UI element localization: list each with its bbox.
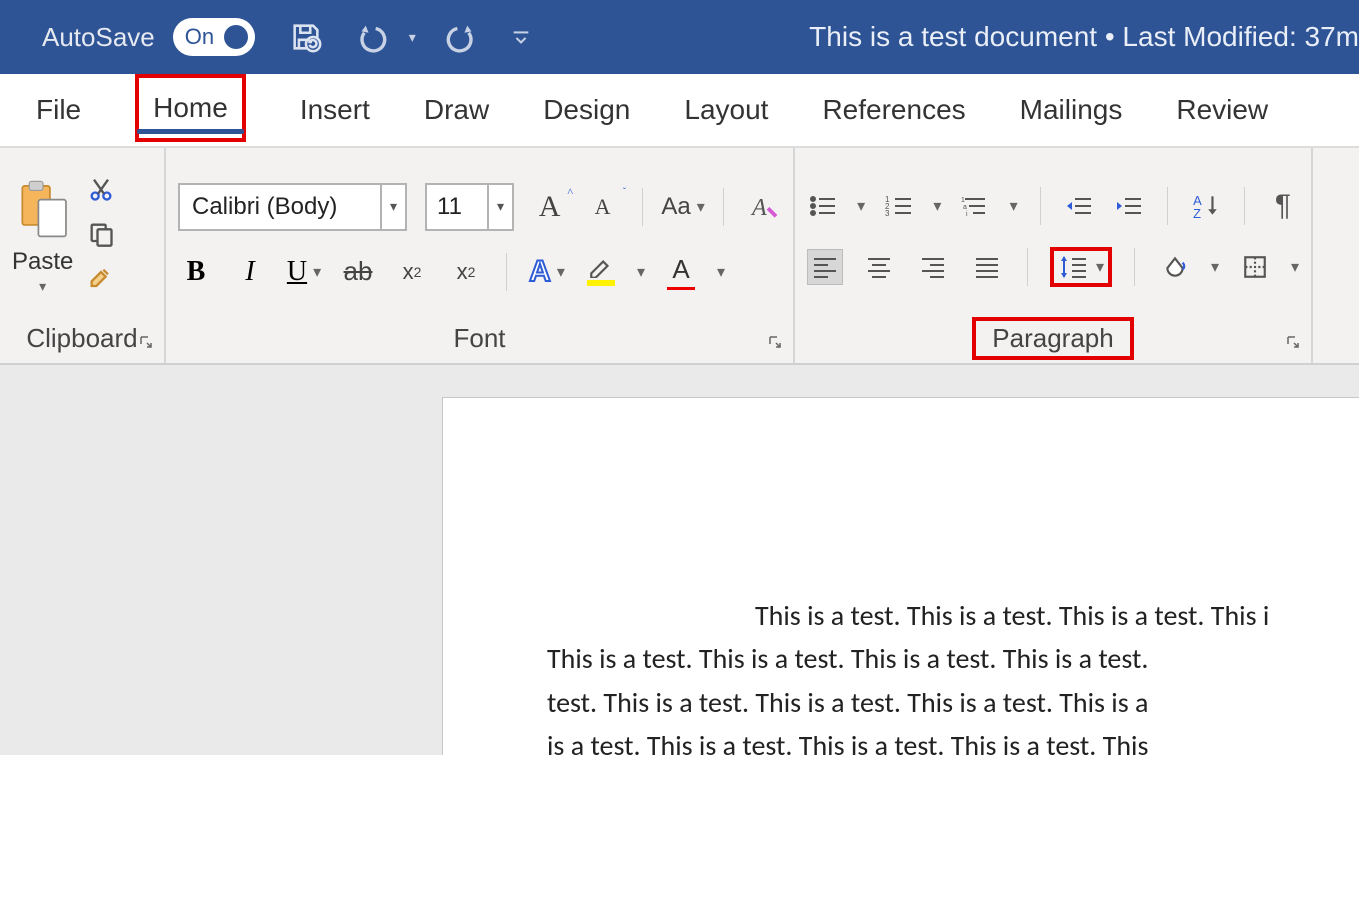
strikethrough-button[interactable]: ab [340,254,376,290]
svg-text:3: 3 [885,209,890,218]
superscript-button[interactable]: x2 [448,254,484,290]
chevron-down-icon[interactable]: ▾ [1010,196,1018,216]
change-case-label: Aa [661,193,690,221]
line-spacing-button[interactable]: ▾ [1050,247,1112,287]
tab-draw[interactable]: Draw [424,74,489,146]
clipboard-group-label: Clipboard [12,317,152,359]
document-page[interactable]: This is a test. This is a test. This is … [442,397,1359,755]
ribbon-tabs: File Home Insert Draw Design Layout Refe… [0,74,1359,148]
multilevel-list-button[interactable]: 1ai [959,188,991,224]
ribbon: Paste ▾ [0,148,1359,365]
copy-icon[interactable] [87,220,115,253]
chevron-down-icon: ▾ [1096,257,1104,277]
toggle-knob [224,25,248,49]
chevron-down-icon[interactable]: ▾ [717,262,725,282]
clear-formatting-icon[interactable]: A [746,189,781,225]
tab-design[interactable]: Design [543,74,630,146]
tab-layout[interactable]: Layout [684,74,768,146]
svg-text:i: i [966,211,968,218]
chevron-down-icon[interactable]: ▾ [637,262,645,282]
align-left-button[interactable] [807,249,843,285]
show-paragraph-marks-icon[interactable]: ¶ [1267,188,1299,224]
paste-label: Paste [12,248,73,276]
font-group: Calibri (Body) ▾ 11 ▾ A^ Aˇ Aa▾ A [166,148,795,363]
clipboard-group: Paste ▾ [0,148,166,363]
bold-button[interactable]: B [178,254,214,290]
subscript-button[interactable]: x2 [394,254,430,290]
font-size-value: 11 [427,193,487,221]
paragraph-group: ▾ 123 ▾ 1ai ▾ AZ [795,148,1313,363]
next-group-partial [1313,148,1359,363]
font-name-value: Calibri (Body) [180,193,380,221]
font-group-label: Font [178,317,781,359]
tab-mailings[interactable]: Mailings [1020,74,1123,146]
paragraph-dialog-launcher-icon[interactable] [1285,334,1301,355]
italic-button[interactable]: I [232,254,268,290]
chevron-down-icon: ▾ [380,185,405,229]
chevron-down-icon[interactable]: ▾ [1211,257,1219,277]
text-effects-button[interactable]: A▾ [529,254,565,290]
tab-file[interactable]: File [36,74,81,146]
blank-area [0,755,1359,905]
doc-line-1: This is a test. This is a test. This is … [755,598,1269,633]
shading-button[interactable] [1157,249,1193,285]
redo-icon[interactable] [446,20,480,54]
borders-button[interactable] [1237,249,1273,285]
change-case-button[interactable]: Aa▾ [665,189,701,225]
font-dialog-launcher-icon[interactable] [767,334,783,355]
clipboard-dialog-launcher-icon[interactable] [138,334,154,355]
save-icon[interactable] [289,20,323,54]
tab-review[interactable]: Review [1176,74,1268,146]
doc-line-4: is a test. This is a test. This is a tes… [547,724,1148,755]
underline-button[interactable]: U▾ [286,254,322,290]
autosave-state: On [173,24,214,50]
document-title: This is a test document • Last Modified:… [809,21,1359,53]
chevron-down-icon[interactable]: ▾ [857,196,865,216]
numbering-button[interactable]: 123 [883,188,915,224]
svg-text:a: a [963,204,967,211]
document-workspace: This is a test. This is a test. This is … [0,365,1359,755]
undo-dropdown-icon[interactable]: ▾ [409,29,416,46]
highlight-button[interactable] [583,254,619,290]
font-size-selector[interactable]: 11 ▾ [425,183,514,231]
svg-text:1: 1 [961,197,965,204]
title-bar: AutoSave On ▾ [0,0,1359,74]
customize-qat-icon[interactable] [510,26,532,48]
bullets-button[interactable] [807,188,839,224]
quick-access-toolbar: ▾ [289,20,532,54]
autosave-toggle[interactable]: On [173,18,255,56]
grow-font-icon[interactable]: A^ [532,189,567,225]
shrink-font-icon[interactable]: Aˇ [585,189,620,225]
font-name-selector[interactable]: Calibri (Body) ▾ [178,183,407,231]
chevron-down-icon: ▾ [39,278,46,295]
autosave-label: AutoSave [42,22,155,53]
justify-button[interactable] [969,249,1005,285]
cut-icon[interactable] [87,175,115,208]
format-painter-icon[interactable] [87,265,115,298]
svg-text:A: A [750,195,767,221]
tab-references[interactable]: References [822,74,965,146]
tab-home[interactable]: Home [135,74,246,142]
document-body-text[interactable]: This is a test. This is a test. This is … [651,594,1359,755]
sort-icon[interactable]: AZ [1190,188,1222,224]
paragraph-group-label: Paragraph [972,317,1133,360]
chevron-down-icon[interactable]: ▾ [933,196,941,216]
decrease-indent-icon[interactable] [1063,188,1095,224]
svg-text:Z: Z [1193,205,1201,219]
paste-icon [15,179,71,246]
tab-insert[interactable]: Insert [300,74,370,146]
undo-icon[interactable] [353,20,387,54]
chevron-down-icon[interactable]: ▾ [1291,257,1299,277]
font-color-button[interactable]: A [663,254,699,290]
doc-line-2: This is a test. This is a test. This is … [547,637,1148,680]
increase-indent-icon[interactable] [1113,188,1145,224]
align-right-button[interactable] [915,249,951,285]
align-center-button[interactable] [861,249,897,285]
doc-line-3: test. This is a test. This is a test. Th… [547,681,1148,724]
paste-button[interactable]: Paste ▾ [12,179,73,295]
chevron-down-icon: ▾ [487,185,512,229]
